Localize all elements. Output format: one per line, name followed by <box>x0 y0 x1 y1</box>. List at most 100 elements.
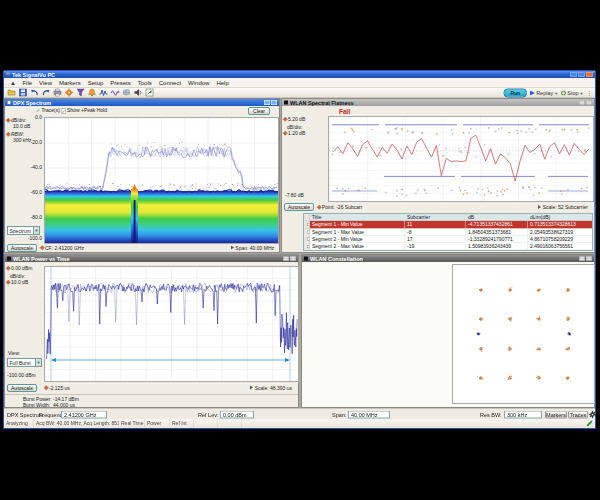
pt-divider <box>5 394 298 395</box>
flatness-autoscale-button[interactable]: Autoscale <box>284 203 314 211</box>
flatness-point-marker[interactable]: Point: -26 Subcarr <box>318 205 362 210</box>
flatness-top-db[interactable]: 5.20 dB <box>284 117 305 122</box>
dpx-close-icon[interactable] <box>271 100 277 105</box>
pt-plot[interactable] <box>44 266 299 382</box>
flatness-table-row[interactable]: Segment 1 - Min Value11-4.71351337432861… <box>304 221 592 228</box>
cloud-icon[interactable] <box>122 88 131 97</box>
flatness-plot[interactable] <box>328 116 594 202</box>
flatness-bottom-db: -7.80 dB <box>285 193 304 198</box>
maximize-button[interactable] <box>578 72 585 77</box>
flatness-scale-marker[interactable]: Scale: 52 Subcarrier <box>538 205 588 210</box>
res-bw-input[interactable]: 300 kHz <box>504 411 542 419</box>
span-label: Span: <box>332 412 346 418</box>
run-button[interactable]: Run <box>503 89 527 98</box>
powertime-minimize-icon[interactable] <box>283 256 289 261</box>
power-vs-time-panel: WLAN Power vs Time 0.00 dBm dB/div: 10.0… <box>4 254 299 408</box>
pt-top-dbm[interactable]: 0.00 dBm <box>7 266 32 271</box>
save-icon[interactable] <box>19 88 28 97</box>
traces-check[interactable]: ✓ Trace(s) <box>36 108 60 113</box>
constellation-panel-titlebar[interactable]: WLAN Constellation <box>302 255 594 262</box>
flatness-close-icon[interactable] <box>586 100 592 105</box>
pt-autoscale-button[interactable]: Autoscale <box>7 384 37 392</box>
powertime-close-icon[interactable] <box>290 256 296 261</box>
constellation-panel-icon <box>304 257 308 261</box>
show-checkbox[interactable]: ✓Show <box>61 108 80 114</box>
flatness-col-header[interactable]: dB <box>466 214 528 221</box>
filter-icon[interactable] <box>76 88 85 97</box>
undo-icon[interactable] <box>30 88 39 97</box>
dpx-spectrum-panel: DPX Spectrum ✓ Trace(s) ✓Show +Peak Hold… <box>4 98 280 253</box>
redo-icon[interactable] <box>42 88 51 97</box>
dpx-cf-marker[interactable]: CF: 2.41200 GHz <box>41 246 84 251</box>
frequency-input[interactable]: 2.41200 GHz <box>61 411 107 419</box>
flatness-col-header[interactable]: dLim(dB) <box>528 214 592 221</box>
ref-lev-label: Ref Lev: <box>198 412 218 418</box>
clear-button[interactable]: Clear <box>248 107 270 115</box>
minimize-button[interactable] <box>570 72 577 77</box>
dpx-panel-icon <box>7 101 11 105</box>
print-icon[interactable] <box>53 88 62 97</box>
flatness-table-row[interactable]: Segment 2 - Min Value17-1.33289241790771… <box>304 236 592 243</box>
menu-item-setup[interactable]: Setup <box>84 78 107 88</box>
dpx-span-marker[interactable]: Span: 40.00 MHz <box>231 246 274 251</box>
markers-button[interactable]: Markers <box>545 411 567 419</box>
menu-item-tools[interactable]: Tools <box>134 78 155 88</box>
export-icon[interactable] <box>145 88 154 97</box>
ref-lev-input[interactable]: 0.00 dBm <box>220 411 254 419</box>
dpx-y-tick: 0.0 <box>19 115 42 120</box>
span-input[interactable]: 40.00 MHz <box>348 411 390 419</box>
trace-2-icon[interactable] <box>111 88 120 97</box>
flatness-panel-icon <box>284 101 288 105</box>
pt-scale-marker[interactable]: Scale: 48.393 us <box>250 386 292 391</box>
replay-button[interactable]: Replay▼ <box>530 90 558 96</box>
speaker-icon[interactable] <box>134 88 143 97</box>
flatness-status: Fail <box>339 108 350 116</box>
app-menu-icon[interactable]: ▲ <box>7 79 19 86</box>
menu-item-view[interactable]: View <box>36 78 56 88</box>
open-icon[interactable] <box>7 88 16 97</box>
constellation-plot[interactable] <box>452 264 595 404</box>
peak-hold-label[interactable]: +Peak Hold <box>81 108 107 113</box>
pt-view-select[interactable]: Full Burst▼ <box>7 358 42 367</box>
menu-item-help[interactable]: Help <box>213 78 232 88</box>
powertime-panel-titlebar[interactable]: WLAN Power vs Time <box>5 255 298 262</box>
dpx-minimize-icon[interactable] <box>264 100 270 105</box>
trace-1-icon[interactable] <box>99 88 108 97</box>
flatness-table-row[interactable]: Segment 1 - Max Value-81.845043513736812… <box>304 228 592 235</box>
app-window: Tek SignalVu PC ▲ FileViewMarkersSetupPr… <box>3 70 596 429</box>
dpx-panel-titlebar[interactable]: DPX Spectrum <box>5 99 279 106</box>
powertime-panel-icon <box>7 257 11 261</box>
settings-gear-icon[interactable] <box>65 88 74 97</box>
stop-button[interactable]: Stop▼ <box>561 90 583 96</box>
flatness-dbdiv-value[interactable]: 1.20 dB <box>284 131 305 136</box>
flatness-col-header[interactable]: Title <box>310 214 405 221</box>
menu-bar: ▲ FileViewMarkersSetupPresetsToolsConnec… <box>4 78 595 88</box>
menu-item-presets[interactable]: Presets <box>107 78 134 88</box>
bell-icon[interactable] <box>88 88 97 97</box>
edit-pencil-icon[interactable] <box>587 420 594 428</box>
menu-item-window[interactable]: Window <box>185 78 213 88</box>
status-state: Analyzing <box>4 419 34 428</box>
dpx-autoscale-button[interactable]: Autoscale <box>7 244 37 252</box>
menu-item-file[interactable]: File <box>19 78 36 88</box>
flatness-col-header[interactable]: Subcarrier <box>405 214 466 221</box>
flatness-panel-titlebar[interactable]: WLAN Spectral Flatness <box>282 99 594 106</box>
dpx-view-select[interactable]: Spectrum▼ <box>7 226 40 235</box>
menu-item-markers[interactable]: Markers <box>56 78 85 88</box>
status-ref: Ref Int <box>170 419 194 428</box>
traces-button[interactable]: Traces <box>568 411 588 419</box>
flatness-table-row[interactable]: Segment 2 - Max Value-191.50983936243439… <box>304 243 592 250</box>
toolbar-overflow[interactable]: ⋮ <box>587 90 593 97</box>
constellation-close-icon[interactable] <box>586 256 592 261</box>
constellation-minimize-icon[interactable] <box>579 256 585 261</box>
workspace: DPX Spectrum ✓ Trace(s) ✓Show +Peak Hold… <box>4 98 595 408</box>
pt-offset-marker[interactable]: -2.125 us <box>45 386 70 391</box>
close-button[interactable] <box>586 72 593 77</box>
pt-dbdiv-value[interactable]: 10.0 dB <box>7 280 28 285</box>
status-acq: Acq BW: 40.00 MHz, Acq Length: 851.200 u… <box>34 419 119 428</box>
menu-item-connect[interactable]: Connect <box>155 78 184 88</box>
dpx-dbdiv-value[interactable]: 10.0 dB <box>13 124 30 129</box>
dpx-plot[interactable] <box>44 117 279 244</box>
dpx-y-tick: -60.0 <box>19 190 42 195</box>
flatness-minimize-icon[interactable] <box>579 100 585 105</box>
